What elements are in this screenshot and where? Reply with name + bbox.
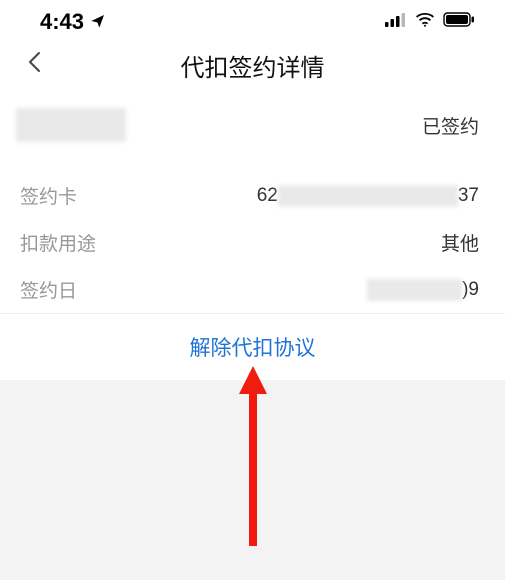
- cellular-icon: [385, 13, 407, 32]
- card-value: 62 37: [257, 185, 479, 207]
- date-label: 签约日: [20, 276, 77, 303]
- date-suffix: )9: [462, 279, 479, 301]
- date-value: )9: [367, 279, 479, 301]
- page-title: 代扣签约详情: [181, 48, 325, 83]
- purpose-value: 其他: [441, 229, 479, 256]
- date-row: 签约日 )9: [0, 266, 505, 313]
- action-row: 解除代扣协议: [0, 314, 505, 380]
- card-suffix: 37: [458, 185, 479, 207]
- location-icon: [90, 9, 106, 35]
- date-masked: [367, 279, 462, 301]
- nav-bar: 代扣签约详情: [0, 40, 505, 90]
- empty-area: [0, 380, 505, 580]
- status-bar: 4:43: [0, 0, 505, 40]
- status-right: [385, 12, 475, 32]
- purpose-row: 扣款用途 其他: [0, 219, 505, 266]
- merchant-row: 已签约: [0, 90, 505, 160]
- card-prefix: 62: [257, 185, 278, 207]
- cancel-contract-link[interactable]: 解除代扣协议: [190, 337, 316, 360]
- status-time: 4:43: [40, 9, 84, 35]
- back-button[interactable]: [18, 45, 50, 85]
- contract-section: 已签约 签约卡 62 37 扣款用途 其他 签约日 )9: [0, 90, 505, 314]
- card-label: 签约卡: [20, 182, 77, 209]
- card-masked: [278, 185, 458, 207]
- contract-status: 已签约: [422, 112, 479, 139]
- purpose-label: 扣款用途: [20, 229, 96, 256]
- status-left: 4:43: [40, 9, 106, 35]
- battery-icon: [443, 12, 475, 32]
- wifi-icon: [415, 12, 435, 32]
- card-row: 签约卡 62 37: [0, 172, 505, 219]
- merchant-name-masked: [16, 108, 126, 142]
